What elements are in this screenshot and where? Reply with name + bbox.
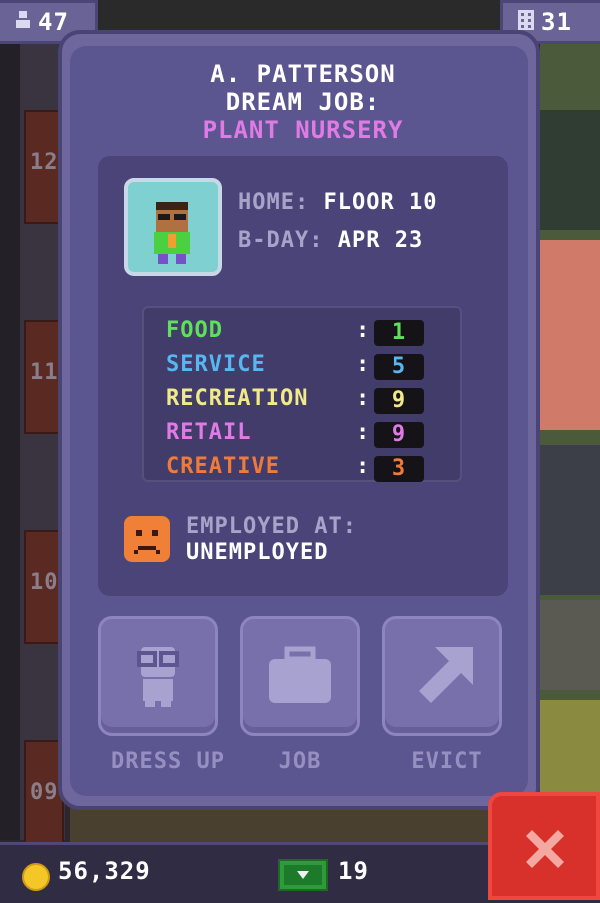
home-label: HOME: [238,190,310,215]
birthday-value: APR 23 [337,228,424,253]
floor-room[interactable] [540,600,600,690]
floor-room[interactable] [540,110,600,230]
skill-value: 3 [374,456,424,482]
close-x-icon [526,830,564,868]
population-value: 47 [38,8,69,36]
floor-number: 12 [30,150,59,175]
dream-job-label: DREAM JOB: [225,88,381,116]
bitizen-avatar-icon [154,202,190,264]
dream-job-value: PLANT NURSERY [202,116,404,144]
bux-balance[interactable]: 19 [338,857,369,885]
tower-roof [95,0,505,30]
skill-row-service: SERVICE : 5 [166,352,456,382]
frown-face-icon [124,516,170,562]
floor-number: 11 [30,360,59,385]
skill-row-food: FOOD : 1 [166,318,456,348]
glasses-person-icon [137,647,179,707]
skill-value: 9 [374,388,424,414]
cash-icon [278,859,328,891]
bitizen-details: HOME: FLOOR 10 B-DAY: APR 23 FOOD : 1 SE… [98,156,508,596]
job-button[interactable] [240,616,360,736]
dress-up-label: DRESS UP [111,749,225,774]
floor-number: 10 [30,570,59,595]
floor-room[interactable] [540,445,600,595]
people-icon [14,10,32,35]
skill-row-retail: RETAIL : 9 [166,420,456,450]
skill-name: CREATIVE [166,454,280,479]
skill-row-creative: CREATIVE : 3 [166,454,456,484]
bitizen-portrait [124,178,222,276]
home-row: HOME: FLOOR 10 [238,190,437,215]
coin-balance[interactable]: 56,329 [58,857,151,885]
arrow-up-right-icon [419,647,473,703]
employed-label: EMPLOYED AT: [186,514,357,539]
bitizen-name: A. PATTERSON [210,60,396,88]
bitizen-info-panel: A. PATTERSON DREAM JOB: PLANT NURSERY HO… [58,30,540,810]
evict-label: EVICT [411,749,483,774]
skill-value: 9 [374,422,424,448]
birthday-label: B-DAY: [238,228,324,253]
skill-value: 1 [374,320,424,346]
home-value: FLOOR 10 [323,190,438,215]
floor-number: 09 [30,780,59,805]
evict-button[interactable] [382,616,502,736]
floor-room[interactable] [540,240,600,430]
skill-value: 5 [374,354,424,380]
panel-header: A. PATTERSON DREAM JOB: PLANT NURSERY [62,60,544,144]
birthday-row: B-DAY: APR 23 [238,228,423,253]
employed-value: UNEMPLOYED [186,540,329,565]
close-button[interactable] [488,792,600,900]
skills-table: FOOD : 1 SERVICE : 5 RECREATION : 9 RETA… [142,306,462,482]
skill-name: RETAIL [166,420,252,445]
briefcase-icon [269,646,331,703]
skill-row-recreation: RECREATION : 9 [166,386,456,416]
floor-count-value: 31 [541,8,572,36]
job-label: JOB [278,749,322,774]
floor-room[interactable] [540,700,600,800]
skill-name: RECREATION [166,386,309,411]
elevator-shaft [0,40,20,840]
skill-name: SERVICE [166,352,266,377]
skill-name: FOOD [166,318,223,343]
coin-icon [22,863,50,891]
dress-up-button[interactable] [98,616,218,736]
